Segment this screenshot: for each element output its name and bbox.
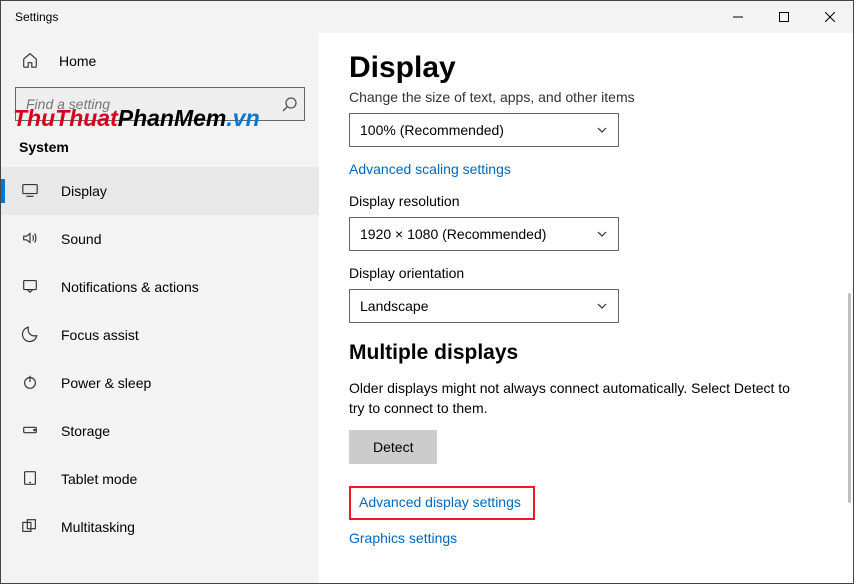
orientation-value: Landscape bbox=[360, 298, 429, 314]
search-input[interactable] bbox=[26, 96, 282, 112]
focus-assist-icon bbox=[21, 325, 41, 345]
search-icon bbox=[282, 96, 298, 112]
detect-button[interactable]: Detect bbox=[349, 430, 437, 464]
orientation-dropdown[interactable]: Landscape bbox=[349, 289, 619, 323]
home-icon bbox=[21, 51, 41, 71]
scale-label: Change the size of text, apps, and other… bbox=[349, 89, 823, 105]
multiple-displays-desc: Older displays might not always connect … bbox=[349, 379, 809, 418]
titlebar: Settings bbox=[1, 1, 853, 33]
orientation-label: Display orientation bbox=[349, 265, 823, 281]
sidebar-item-power-sleep[interactable]: Power & sleep bbox=[1, 359, 319, 407]
sidebar-item-display[interactable]: Display bbox=[1, 167, 319, 215]
chevron-down-icon bbox=[596, 228, 608, 240]
advanced-display-link[interactable]: Advanced display settings bbox=[359, 494, 521, 510]
sidebar-item-storage[interactable]: Storage bbox=[1, 407, 319, 455]
maximize-button[interactable] bbox=[761, 1, 807, 33]
sidebar-item-label: Multitasking bbox=[61, 519, 135, 535]
section-title: System bbox=[1, 133, 319, 167]
sidebar-item-label: Tablet mode bbox=[61, 471, 137, 487]
tablet-icon bbox=[21, 469, 41, 489]
chevron-down-icon bbox=[596, 300, 608, 312]
resolution-dropdown[interactable]: 1920 × 1080 (Recommended) bbox=[349, 217, 619, 251]
page-title: Display bbox=[349, 51, 823, 85]
sidebar-item-label: Sound bbox=[61, 231, 101, 247]
sidebar-item-label: Notifications & actions bbox=[61, 279, 199, 295]
sidebar-item-sound[interactable]: Sound bbox=[1, 215, 319, 263]
sidebar-item-tablet-mode[interactable]: Tablet mode bbox=[1, 455, 319, 503]
sidebar-item-label: Focus assist bbox=[61, 327, 139, 343]
sidebar-item-notifications[interactable]: Notifications & actions bbox=[1, 263, 319, 311]
sidebar: Home System Display Sound bbox=[1, 33, 319, 583]
multitasking-icon bbox=[21, 517, 41, 537]
graphics-settings-link[interactable]: Graphics settings bbox=[349, 530, 457, 546]
scrollbar[interactable] bbox=[848, 293, 851, 503]
nav-list: Display Sound Notifications & actions Fo… bbox=[1, 167, 319, 551]
sidebar-item-label: Storage bbox=[61, 423, 110, 439]
highlight-annotation: Advanced display settings bbox=[349, 486, 535, 520]
resolution-value: 1920 × 1080 (Recommended) bbox=[360, 226, 546, 242]
home-label: Home bbox=[59, 53, 96, 69]
sidebar-item-label: Power & sleep bbox=[61, 375, 151, 391]
notifications-icon bbox=[21, 277, 41, 297]
storage-icon bbox=[21, 421, 41, 441]
window-controls bbox=[715, 1, 853, 33]
scale-dropdown[interactable]: 100% (Recommended) bbox=[349, 113, 619, 147]
sidebar-item-focus-assist[interactable]: Focus assist bbox=[1, 311, 319, 359]
window-title: Settings bbox=[1, 10, 58, 24]
sidebar-item-label: Display bbox=[61, 183, 107, 199]
search-input-wrap[interactable] bbox=[15, 87, 305, 121]
display-icon bbox=[21, 181, 41, 201]
sidebar-item-multitasking[interactable]: Multitasking bbox=[1, 503, 319, 551]
minimize-button[interactable] bbox=[715, 1, 761, 33]
resolution-label: Display resolution bbox=[349, 193, 823, 209]
sound-icon bbox=[21, 229, 41, 249]
chevron-down-icon bbox=[596, 124, 608, 136]
advanced-scaling-link[interactable]: Advanced scaling settings bbox=[349, 161, 511, 177]
close-button[interactable] bbox=[807, 1, 853, 33]
main-content: Display Change the size of text, apps, a… bbox=[319, 33, 853, 583]
home-item[interactable]: Home bbox=[1, 39, 319, 83]
power-icon bbox=[21, 373, 41, 393]
multiple-displays-heading: Multiple displays bbox=[349, 341, 823, 365]
scale-value: 100% (Recommended) bbox=[360, 122, 504, 138]
